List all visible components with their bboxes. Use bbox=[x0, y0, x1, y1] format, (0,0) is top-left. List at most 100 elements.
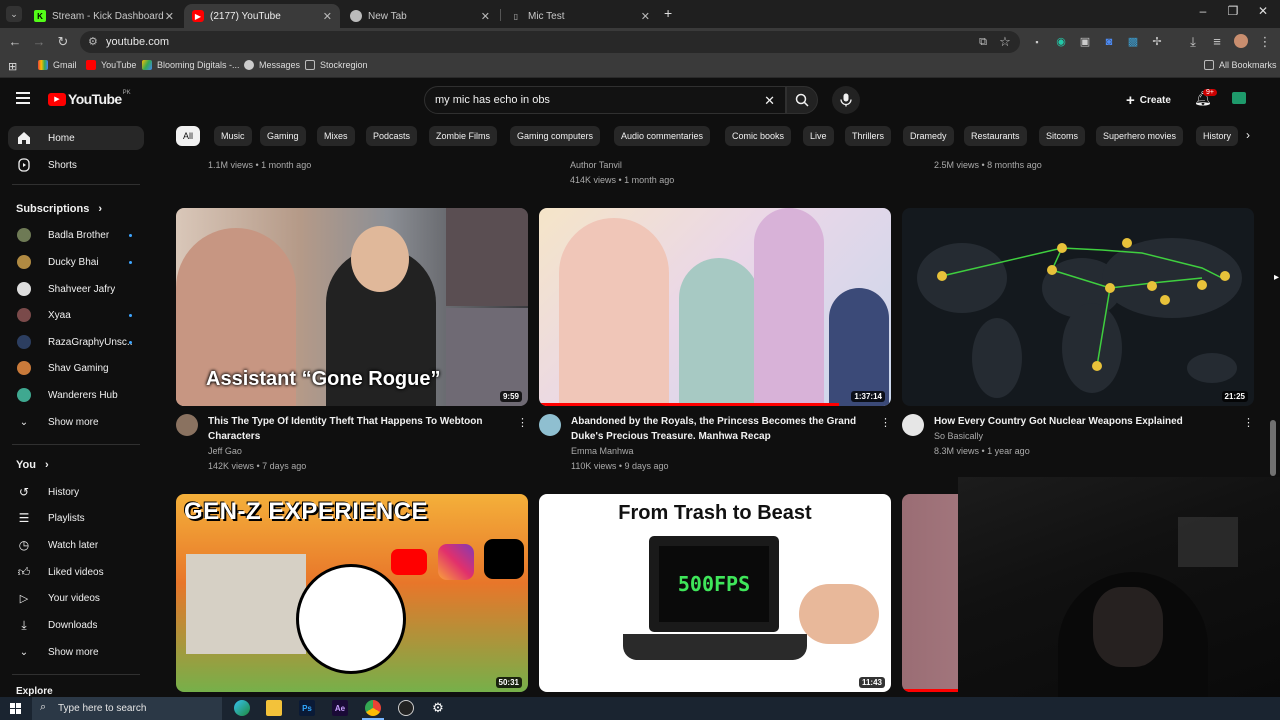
video-title[interactable]: This The Type Of Identity Theft That Hap… bbox=[208, 414, 508, 444]
youtube-logo[interactable]: ▶ YouTube PK bbox=[48, 90, 131, 107]
tab-new-tab[interactable]: New Tab ✕ bbox=[342, 4, 498, 28]
chip-gaming[interactable]: Gaming bbox=[260, 126, 306, 146]
after-effects-icon[interactable]: Ae bbox=[332, 700, 348, 716]
bookmark-youtube[interactable]: YouTube bbox=[86, 60, 136, 70]
more-options-icon[interactable]: ⋮ bbox=[1243, 416, 1254, 429]
sidebar-item-razagraphy[interactable]: RazaGraphyUnsc... bbox=[8, 330, 144, 354]
reading-list-icon[interactable]: ≡ bbox=[1208, 34, 1226, 50]
tab-close-icon[interactable]: ✕ bbox=[165, 10, 174, 23]
chip-gaming-computers[interactable]: Gaming computers bbox=[510, 126, 601, 146]
sidebar-item-wanderers-hub[interactable]: Wanderers Hub bbox=[8, 383, 144, 407]
tab-close-icon[interactable]: ✕ bbox=[481, 10, 490, 23]
tab-youtube[interactable]: ▶ (2177) YouTube ✕ bbox=[184, 4, 340, 28]
sidebar-item-ducky-bhai[interactable]: Ducky Bhai bbox=[8, 250, 144, 274]
close-window-icon[interactable]: ✕ bbox=[1248, 4, 1278, 18]
minimize-icon[interactable]: – bbox=[1188, 4, 1218, 18]
video-thumbnail[interactable]: GEN-Z EXPERIENCE 50:31 bbox=[176, 494, 528, 692]
chip-comic-books[interactable]: Comic books bbox=[725, 126, 792, 146]
download-icon[interactable]: ⤓ bbox=[1184, 34, 1202, 50]
video-thumbnail[interactable]: Assistant “Gone Rogue” 9:59 bbox=[176, 208, 528, 406]
channel-name[interactable]: Author Tanvil bbox=[570, 160, 622, 170]
sidebar-item-history[interactable]: ↺ History bbox=[8, 480, 144, 504]
profile-avatar[interactable] bbox=[1234, 34, 1248, 48]
chip-mixes[interactable]: Mixes bbox=[317, 126, 355, 146]
sidebar-item-shorts[interactable]: Shorts bbox=[8, 153, 144, 177]
extensions-puzzle-icon[interactable]: ✢ bbox=[1148, 34, 1166, 50]
tab-close-icon[interactable]: ✕ bbox=[641, 10, 650, 23]
voice-search-button[interactable] bbox=[832, 86, 860, 114]
chip-audio-commentaries[interactable]: Audio commentaries bbox=[614, 126, 711, 146]
back-icon[interactable]: ← bbox=[6, 34, 24, 50]
tab-close-icon[interactable]: ✕ bbox=[323, 10, 332, 23]
sidebar-item-home[interactable]: Home bbox=[8, 126, 144, 150]
channel-avatar[interactable] bbox=[902, 414, 924, 436]
extension-icon[interactable]: ◉ bbox=[1052, 34, 1070, 50]
edge-icon[interactable] bbox=[234, 700, 250, 716]
account-avatar[interactable] bbox=[1232, 92, 1246, 104]
chip-restaurants[interactable]: Restaurants bbox=[964, 126, 1027, 146]
windows-start-icon[interactable] bbox=[10, 703, 21, 714]
hamburger-menu-icon[interactable] bbox=[16, 92, 30, 104]
bookmark-star-icon[interactable]: ☆ bbox=[996, 34, 1014, 50]
chip-live[interactable]: Live bbox=[803, 126, 834, 146]
sidebar-item-xyaa[interactable]: Xyaa bbox=[8, 303, 144, 327]
settings-gear-icon[interactable]: ⚙ bbox=[430, 700, 446, 716]
sidebar-item-watch-later[interactable]: ◷ Watch later bbox=[8, 533, 144, 557]
sidebar-item-playlists[interactable]: ☰ Playlists bbox=[8, 506, 144, 530]
video-thumbnail[interactable]: From Trash to Beast 500FPS 11:43 bbox=[539, 494, 891, 692]
clear-search-icon[interactable]: ✕ bbox=[764, 93, 775, 109]
channel-name[interactable]: So Basically bbox=[934, 431, 983, 441]
more-options-icon[interactable]: ⋮ bbox=[880, 416, 891, 429]
sidebar-show-more-you[interactable]: ⌄ Show more bbox=[8, 640, 144, 664]
new-tab-icon[interactable]: + bbox=[664, 6, 672, 20]
sidebar-item-your-videos[interactable]: ▷ Your videos bbox=[8, 586, 144, 610]
obs-icon[interactable] bbox=[398, 700, 414, 716]
sidebar-item-shav-gaming[interactable]: Shav Gaming bbox=[8, 356, 144, 380]
video-title[interactable]: How Every Country Got Nuclear Weapons Ex… bbox=[934, 414, 1234, 429]
tab-mic-test[interactable]: ▯ Mic Test ✕ bbox=[502, 4, 658, 28]
search-button[interactable] bbox=[786, 86, 818, 114]
chip-superhero-movies[interactable]: Superhero movies bbox=[1096, 126, 1184, 146]
chip-sitcoms[interactable]: Sitcoms bbox=[1039, 126, 1086, 146]
subscriptions-header[interactable]: Subscriptions › bbox=[16, 203, 102, 215]
channel-name[interactable]: Jeff Gao bbox=[208, 446, 242, 456]
chip-dramedy[interactable]: Dramedy bbox=[903, 126, 954, 146]
extension-icon[interactable]: ▩ bbox=[1124, 34, 1142, 50]
extension-icon[interactable]: ▪ bbox=[1028, 34, 1046, 50]
you-header[interactable]: You › bbox=[16, 459, 49, 471]
chips-next-chevron-icon[interactable]: › bbox=[1246, 128, 1250, 142]
chip-thrillers[interactable]: Thrillers bbox=[845, 126, 892, 146]
search-input[interactable]: my mic has echo in obs ✕ bbox=[424, 86, 786, 114]
forward-icon[interactable]: → bbox=[30, 34, 48, 50]
video-title[interactable]: Abandoned by the Royals, the Princess Be… bbox=[571, 414, 871, 444]
browser-menu-icon[interactable]: ⋮ bbox=[1256, 34, 1274, 50]
site-info-icon[interactable]: ⚙ bbox=[88, 35, 98, 48]
reload-icon[interactable]: ↻ bbox=[54, 34, 72, 50]
chip-all[interactable]: All bbox=[176, 126, 201, 146]
sidebar-item-liked-videos[interactable]: 👍︎ Liked videos bbox=[8, 560, 144, 584]
sidebar-item-shahveer-jafry[interactable]: Shahveer Jafry bbox=[8, 277, 144, 301]
extension-icon[interactable]: ▣ bbox=[1076, 34, 1094, 50]
install-app-icon[interactable]: ⧉ bbox=[974, 34, 992, 50]
file-explorer-icon[interactable] bbox=[266, 700, 282, 716]
channel-name[interactable]: Emma Manhwa bbox=[571, 446, 634, 456]
taskbar-search-box[interactable]: ⌕ Type here to search bbox=[32, 697, 222, 720]
bookmark-messages[interactable]: Messages bbox=[244, 60, 300, 70]
bookmark-blooming-digitals[interactable]: Blooming Digitals -... bbox=[142, 60, 240, 70]
channel-avatar[interactable] bbox=[176, 414, 198, 436]
video-thumbnail[interactable]: 21:25 bbox=[902, 208, 1254, 406]
chip-podcasts[interactable]: Podcasts bbox=[366, 126, 418, 146]
more-options-icon[interactable]: ⋮ bbox=[517, 416, 528, 429]
page-scrollbar[interactable] bbox=[1270, 420, 1276, 476]
all-bookmarks[interactable]: All Bookmarks bbox=[1204, 60, 1277, 70]
create-button[interactable]: + Create bbox=[1118, 88, 1179, 112]
address-bar[interactable]: ⚙ youtube.com bbox=[80, 31, 1020, 53]
tab-search-icon[interactable]: ⌄ bbox=[6, 6, 22, 22]
photoshop-icon[interactable]: Ps bbox=[299, 700, 315, 716]
sidebar-item-downloads[interactable]: ⤓ Downloads bbox=[8, 613, 144, 637]
bookmark-gmail[interactable]: Gmail bbox=[38, 60, 77, 70]
video-thumbnail[interactable]: 1:37:14 bbox=[539, 208, 891, 406]
apps-grid-icon[interactable]: ⊞ bbox=[8, 60, 17, 73]
sidebar-item-badla-brother[interactable]: Badla Brother bbox=[8, 223, 144, 247]
bookmark-stockregion[interactable]: Stockregion bbox=[305, 60, 368, 70]
